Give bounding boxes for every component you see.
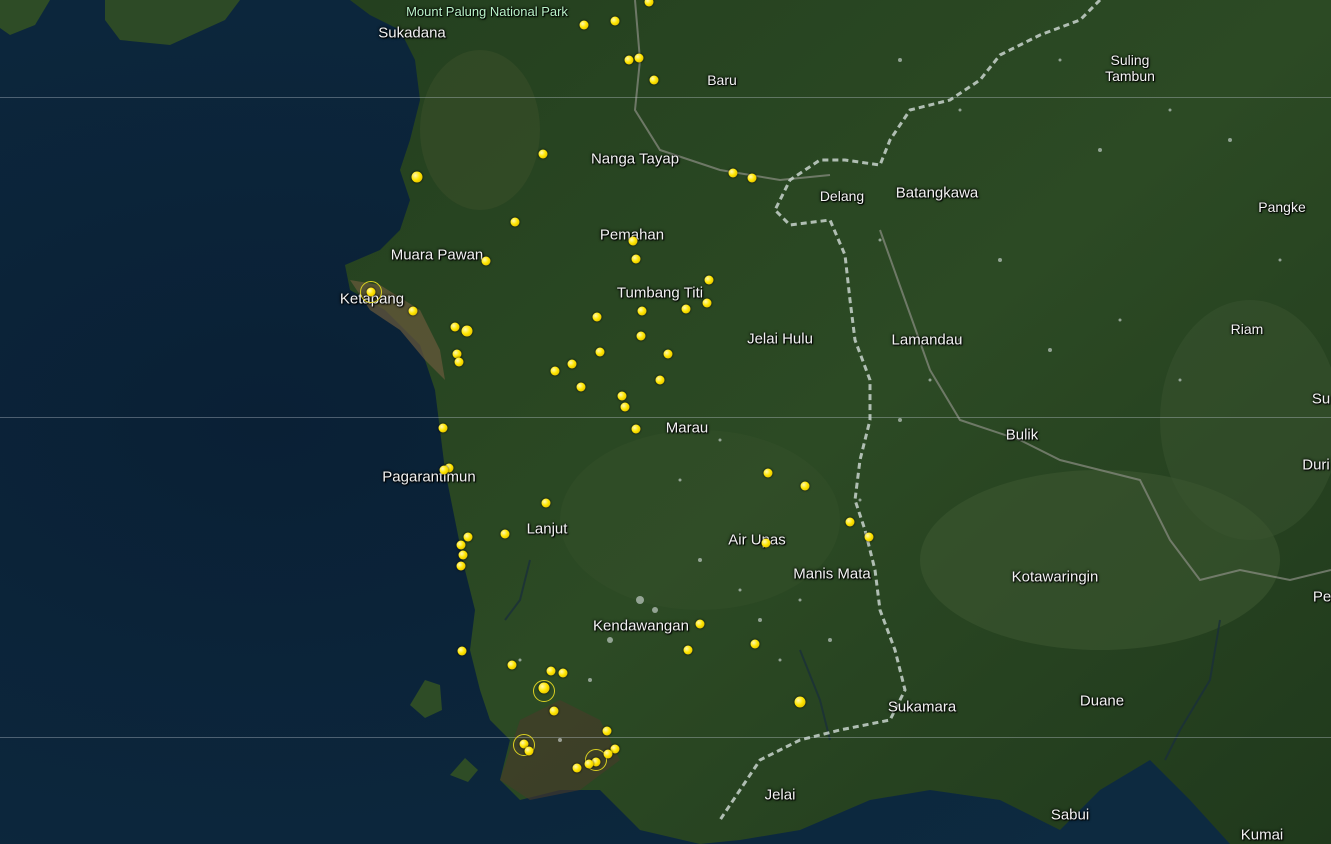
place-label-marau: Marau	[665, 419, 709, 437]
place-label-baru: Baru	[707, 72, 737, 88]
hotspot-marker[interactable]	[500, 529, 510, 539]
hotspot-marker[interactable]	[524, 746, 534, 756]
hotspot-marker[interactable]	[510, 217, 520, 227]
hotspot-marker[interactable]	[550, 366, 560, 376]
graticule-line	[0, 737, 1331, 738]
hotspot-marker[interactable]	[794, 696, 806, 708]
graticule-line	[0, 97, 1331, 98]
hotspot-marker[interactable]	[546, 666, 556, 676]
hotspot-marker[interactable]	[631, 424, 641, 434]
place-label-batangkawa: Batangkawa	[895, 184, 979, 202]
hotspot-marker[interactable]	[584, 759, 594, 769]
hotspot-marker[interactable]	[366, 287, 376, 297]
place-label-lanjut: Lanjut	[526, 520, 568, 538]
place-label-su: Su	[1311, 390, 1331, 408]
place-label-delang: Delang	[819, 188, 865, 204]
hotspot-marker[interactable]	[567, 359, 577, 369]
hotspot-marker[interactable]	[704, 275, 714, 285]
hotspot-marker[interactable]	[750, 639, 760, 649]
place-label-muara-pawan: Muara Pawan	[390, 246, 484, 264]
hotspot-marker[interactable]	[702, 298, 712, 308]
hotspot-marker[interactable]	[649, 75, 659, 85]
hotspot-marker[interactable]	[461, 325, 473, 337]
place-label-jelai-hulu: Jelai Hulu	[747, 330, 813, 348]
hotspot-marker[interactable]	[450, 322, 460, 332]
hotspot-marker[interactable]	[747, 173, 757, 183]
hotspot-marker[interactable]	[558, 668, 568, 678]
hotspot-marker[interactable]	[620, 402, 630, 412]
place-label-pe: Pe	[1312, 588, 1331, 606]
place-label-lamandau: Lamandau	[891, 331, 963, 349]
hotspot-marker[interactable]	[603, 749, 613, 759]
place-label-sukamara: Sukamara	[887, 698, 957, 716]
hotspot-marker[interactable]	[634, 53, 644, 63]
hotspot-marker[interactable]	[411, 171, 423, 183]
hotspot-marker[interactable]	[636, 331, 646, 341]
place-label-suling-tambun: Suling Tambun	[1105, 52, 1155, 84]
hotspot-marker[interactable]	[637, 306, 647, 316]
hotspot-marker[interactable]	[576, 382, 586, 392]
hotspot-marker[interactable]	[617, 391, 627, 401]
place-label-air-upas: Air Upas	[728, 531, 786, 549]
hotspot-marker[interactable]	[458, 550, 468, 560]
place-label-pagarantimun: Pagarantimun	[382, 468, 476, 486]
hotspot-marker[interactable]	[628, 236, 638, 246]
hotspot-marker[interactable]	[800, 481, 810, 491]
hotspot-marker[interactable]	[408, 306, 418, 316]
hotspot-marker[interactable]	[663, 349, 673, 359]
hotspot-marker[interactable]	[454, 357, 464, 367]
hotspot-marker[interactable]	[631, 254, 641, 264]
place-label-tumbang-titi: Tumbang Titi	[616, 284, 704, 302]
hotspot-marker[interactable]	[728, 168, 738, 178]
place-label-duane: Duane	[1079, 692, 1125, 710]
hotspot-marker[interactable]	[592, 312, 602, 322]
graticule-line	[0, 417, 1331, 418]
hotspot-marker[interactable]	[695, 619, 705, 629]
hotspot-marker[interactable]	[681, 304, 691, 314]
hotspot-marker[interactable]	[538, 149, 548, 159]
hotspot-marker[interactable]	[549, 706, 559, 716]
place-label-sukadana: Sukadana	[378, 24, 446, 42]
park-label: Mount Palung National Park	[406, 4, 568, 19]
place-label-riam: Riam	[1230, 321, 1264, 337]
hotspot-marker[interactable]	[845, 517, 855, 527]
place-label-nanga-tayap: Nanga Tayap	[590, 150, 680, 168]
hotspot-marker[interactable]	[683, 645, 693, 655]
place-label-bulik: Bulik	[1005, 426, 1039, 444]
hotspot-marker[interactable]	[763, 468, 773, 478]
hotspot-marker[interactable]	[579, 20, 589, 30]
hotspot-marker[interactable]	[507, 660, 517, 670]
place-label-pangke: Pangke	[1258, 199, 1306, 215]
hotspot-marker[interactable]	[761, 538, 771, 548]
hotspot-marker[interactable]	[439, 465, 449, 475]
hotspot-marker[interactable]	[602, 726, 612, 736]
hotspot-marker[interactable]	[864, 532, 874, 542]
hotspot-marker[interactable]	[610, 16, 620, 26]
hotspot-marker[interactable]	[457, 646, 467, 656]
hotspot-marker[interactable]	[541, 498, 551, 508]
hotspot-marker[interactable]	[655, 375, 665, 385]
hotspot-marker[interactable]	[595, 347, 605, 357]
hotspot-marker[interactable]	[538, 682, 550, 694]
hotspot-marker[interactable]	[438, 423, 448, 433]
place-label-kendawangan: Kendawangan	[593, 617, 689, 635]
place-label-kumai: Kumai	[1240, 826, 1284, 844]
satellite-map[interactable]: Mount Palung National Park Sukadana Baru…	[0, 0, 1331, 844]
place-label-manis-mata: Manis Mata	[793, 565, 871, 583]
place-label-kotawaringin: Kotawaringin	[1011, 568, 1099, 586]
place-label-sabui: Sabui	[1050, 806, 1090, 824]
hotspot-marker[interactable]	[624, 55, 634, 65]
hotspot-marker[interactable]	[456, 540, 466, 550]
hotspot-marker[interactable]	[456, 561, 466, 571]
hotspot-marker[interactable]	[463, 532, 473, 542]
hotspot-marker[interactable]	[572, 763, 582, 773]
place-label-jelai: Jelai	[764, 786, 796, 804]
hotspot-marker[interactable]	[481, 256, 491, 266]
place-label-duri: Duri	[1302, 456, 1330, 474]
